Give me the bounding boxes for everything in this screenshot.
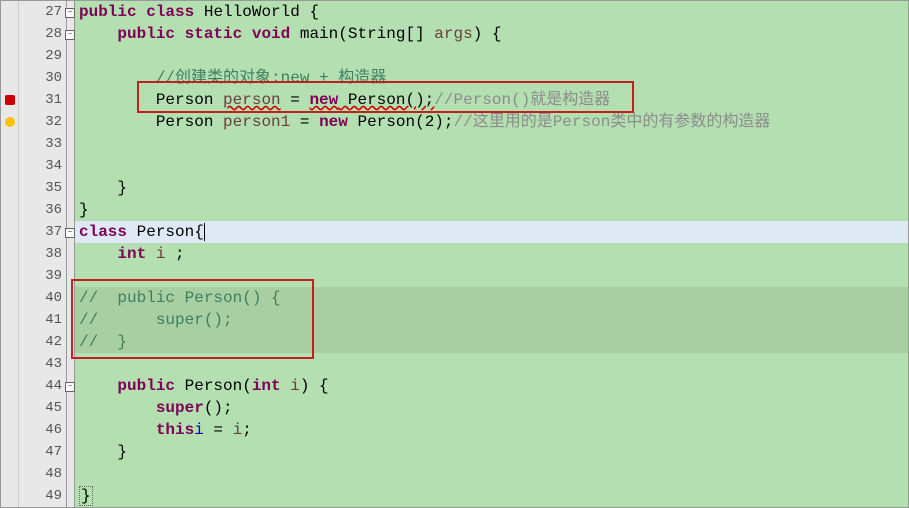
line-number[interactable]: 48 <box>19 463 62 485</box>
line-number[interactable]: 28 <box>19 23 62 45</box>
code-line[interactable]: Person person1 = new Person(2);//这里用的是Pe… <box>75 111 908 133</box>
line-number[interactable]: 27 <box>19 1 62 23</box>
code-line[interactable]: super(); <box>75 397 908 419</box>
code-line[interactable]: } <box>75 485 908 507</box>
code-line[interactable] <box>75 155 908 177</box>
marker-bar <box>1 1 19 507</box>
line-number[interactable]: 31 <box>19 89 62 111</box>
fold-toggle[interactable]: − <box>65 382 75 392</box>
line-number-gutter[interactable]: 27 28 29 30 31 32 33 34 35 36 37 38 39 4… <box>19 1 67 507</box>
line-number[interactable]: 49 <box>19 485 62 507</box>
line-number[interactable]: 47 <box>19 441 62 463</box>
fold-toggle[interactable]: − <box>65 30 75 40</box>
code-line[interactable] <box>75 353 908 375</box>
code-line[interactable]: } <box>75 441 908 463</box>
code-line[interactable]: class Person{ <box>75 221 908 243</box>
line-number[interactable]: 45 <box>19 397 62 419</box>
code-editor[interactable]: 27 28 29 30 31 32 33 34 35 36 37 38 39 4… <box>1 1 908 507</box>
code-line[interactable] <box>75 133 908 155</box>
warning-marker[interactable] <box>1 111 18 133</box>
error-marker[interactable] <box>1 89 18 111</box>
line-number[interactable]: 42 <box>19 331 62 353</box>
caret <box>204 223 205 241</box>
line-number[interactable]: 35 <box>19 177 62 199</box>
code-line[interactable]: public class HelloWorld { <box>75 1 908 23</box>
code-line[interactable] <box>75 463 908 485</box>
code-line[interactable]: } <box>75 177 908 199</box>
line-number[interactable]: 41 <box>19 309 62 331</box>
line-number[interactable]: 40 <box>19 287 62 309</box>
code-line[interactable]: int i ; <box>75 243 908 265</box>
line-number[interactable]: 39 <box>19 265 62 287</box>
code-line[interactable]: // public Person() { <box>75 287 908 309</box>
code-line[interactable]: } <box>75 199 908 221</box>
line-number[interactable]: 37 <box>19 221 62 243</box>
line-number[interactable]: 38 <box>19 243 62 265</box>
fold-toggle[interactable]: − <box>65 8 75 18</box>
line-number[interactable]: 30 <box>19 67 62 89</box>
code-line[interactable]: public Person(int i) { <box>75 375 908 397</box>
bracket-match: } <box>79 486 93 506</box>
line-number[interactable]: 29 <box>19 45 62 67</box>
line-number[interactable]: 46 <box>19 419 62 441</box>
code-line[interactable]: // super(); <box>75 309 908 331</box>
fold-bar: − − − − <box>67 1 75 507</box>
code-line[interactable]: public static void main(String[] args) { <box>75 23 908 45</box>
code-area[interactable]: public class HelloWorld { public static … <box>75 1 908 507</box>
line-number[interactable]: 33 <box>19 133 62 155</box>
code-line[interactable]: // } <box>75 331 908 353</box>
code-line[interactable]: Person person = new Person();//Person()就… <box>75 89 908 111</box>
code-line[interactable]: thisi = i; <box>75 419 908 441</box>
fold-toggle[interactable]: − <box>65 228 75 238</box>
line-number[interactable]: 43 <box>19 353 62 375</box>
line-number[interactable]: 32 <box>19 111 62 133</box>
line-number[interactable]: 44 <box>19 375 62 397</box>
code-line[interactable]: //创建类的对象:new + 构造器 <box>75 67 908 89</box>
line-number[interactable]: 36 <box>19 199 62 221</box>
code-line[interactable] <box>75 265 908 287</box>
line-number[interactable]: 34 <box>19 155 62 177</box>
code-line[interactable] <box>75 45 908 67</box>
